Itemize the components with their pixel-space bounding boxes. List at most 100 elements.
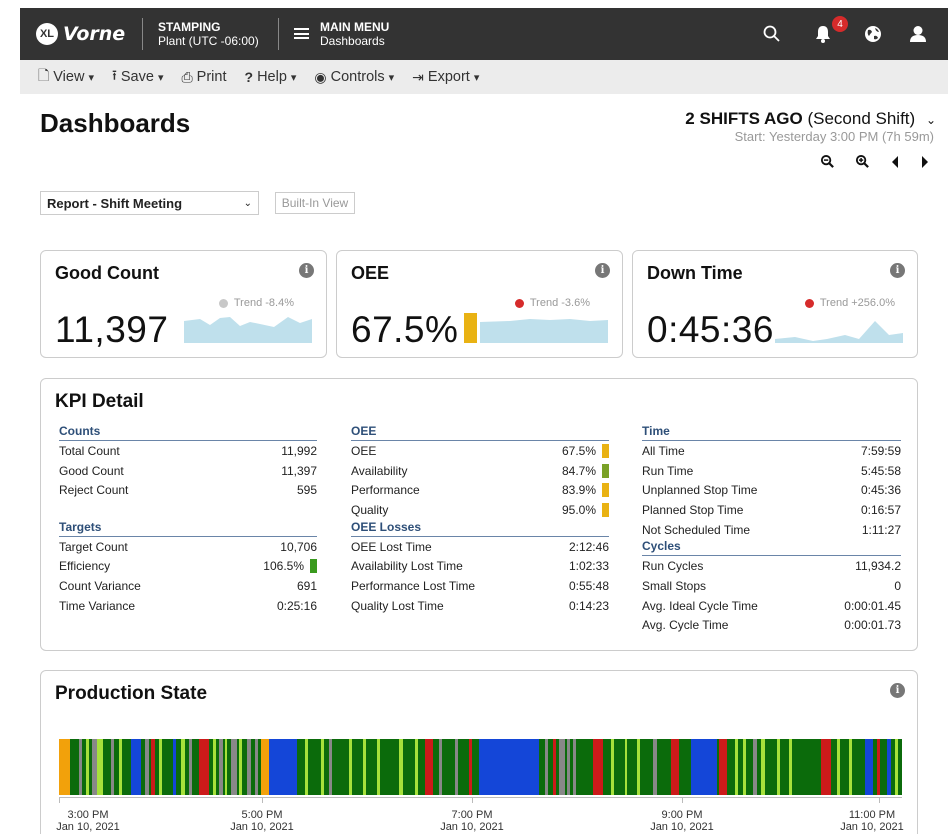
vorne-logo[interactable]: XL Vorne [36, 22, 125, 46]
user-icon[interactable] [908, 24, 928, 44]
state-segment-small-stop[interactable] [377, 739, 380, 795]
help-menu[interactable]: ? Help ▾ [245, 69, 297, 85]
kpi-value: 0:55:48 [568, 578, 609, 593]
state-segment-small-stop[interactable] [305, 739, 308, 795]
state-segment-stopped[interactable] [719, 739, 727, 795]
state-segment-small-stop[interactable] [181, 739, 185, 795]
state-segment-setup[interactable] [59, 739, 70, 795]
card-title: Good Count [55, 263, 159, 283]
state-segment-not-scheduled[interactable] [247, 739, 251, 795]
state-segment-not-scheduled[interactable] [231, 739, 237, 795]
state-segment-small-stop[interactable] [239, 739, 242, 795]
print-button[interactable]: ⎙ Print [181, 69, 226, 86]
kpi-value: 1:11:27 [861, 522, 901, 537]
kpi-column-oee: OEE OEE 67.5% Availability 84.7% Performan… [351, 424, 609, 616]
next-arrow-icon[interactable] [920, 154, 930, 169]
state-segment-stopped[interactable] [199, 739, 209, 795]
shift-selector[interactable]: 2 SHIFTS AGO (Second Shift) ⌄ [685, 109, 936, 129]
hamburger-menu-icon[interactable] [294, 28, 309, 39]
state-segment-down[interactable] [887, 739, 891, 795]
trend-dot [514, 298, 524, 308]
state-segment-stopped[interactable] [151, 739, 155, 795]
built-in-view-button[interactable]: Built-In View [275, 192, 355, 214]
state-segment-not-scheduled[interactable] [189, 739, 192, 795]
state-segment-not-scheduled[interactable] [753, 739, 757, 795]
state-segment-down[interactable] [865, 739, 873, 795]
controls-menu[interactable]: ◉ Controls ▾ [314, 69, 394, 86]
section-header: OEE [351, 424, 609, 441]
trend-text: Trend -3.6% [529, 297, 590, 309]
state-segment-small-stop[interactable] [743, 739, 746, 795]
save-menu[interactable]: ⭱ Save ▾ [112, 65, 164, 89]
state-segment-small-stop[interactable] [119, 739, 122, 795]
state-segment-small-stop[interactable] [321, 739, 324, 795]
state-segment-not-scheduled[interactable] [111, 739, 114, 795]
state-segment-small-stop[interactable] [837, 739, 840, 795]
state-segment-down[interactable] [131, 739, 141, 795]
state-segment-small-stop[interactable] [399, 739, 403, 795]
state-segment-small-stop[interactable] [895, 739, 898, 795]
state-segment-down[interactable] [691, 739, 717, 795]
state-segment-down[interactable] [479, 739, 539, 795]
state-segment-not-scheduled[interactable] [145, 739, 149, 795]
state-segment-not-scheduled[interactable] [219, 739, 223, 795]
state-segment-small-stop[interactable] [363, 739, 366, 795]
state-segment-small-stop[interactable] [637, 739, 640, 795]
search-icon[interactable] [762, 24, 782, 44]
state-segment-not-scheduled[interactable] [573, 739, 576, 795]
state-segment-stopped[interactable] [877, 739, 880, 795]
state-segment-small-stop[interactable] [611, 739, 614, 795]
previous-arrow-icon[interactable] [890, 154, 900, 169]
state-segment-small-stop[interactable] [86, 739, 89, 795]
state-segment-small-stop[interactable] [849, 739, 852, 795]
zoom-in-icon[interactable] [855, 154, 870, 169]
state-segment-stopped[interactable] [469, 739, 472, 795]
state-segment-not-scheduled[interactable] [545, 739, 548, 795]
info-icon[interactable]: i [299, 263, 314, 278]
state-segment-small-stop[interactable] [415, 739, 418, 795]
info-icon[interactable]: i [595, 263, 610, 278]
bell-icon[interactable] [813, 24, 833, 44]
state-segment-down[interactable] [173, 739, 176, 795]
state-segment-not-scheduled[interactable] [567, 739, 570, 795]
state-segment-small-stop[interactable] [349, 739, 352, 795]
state-segment-not-scheduled[interactable] [79, 739, 82, 795]
info-icon[interactable]: i [890, 263, 905, 278]
export-menu[interactable]: ⇥ Export ▾ [412, 69, 479, 86]
kpi-row: Good Count 11,397 [59, 461, 317, 481]
main-menu-button[interactable]: MAIN MENU Dashboards [320, 20, 389, 48]
state-segment-stopped[interactable] [425, 739, 433, 795]
state-segment-small-stop[interactable] [625, 739, 627, 795]
production-state-timeline[interactable] [59, 739, 902, 795]
state-segment-small-stop[interactable] [777, 739, 780, 795]
section-header: Targets [59, 520, 317, 537]
state-segment-small-stop[interactable] [225, 739, 227, 795]
state-segment-running[interactable] [70, 739, 74, 795]
state-segment-not-scheduled[interactable] [329, 739, 332, 795]
kpi-row: Total Count 11,992 [59, 441, 317, 461]
state-segment-small-stop[interactable] [159, 739, 162, 795]
state-segment-small-stop[interactable] [761, 739, 765, 795]
view-menu[interactable]: 🗋 View ▾ [38, 65, 94, 89]
info-icon[interactable]: i [890, 683, 905, 698]
globe-icon[interactable] [863, 24, 883, 44]
state-segment-small-stop[interactable] [735, 739, 738, 795]
state-segment-stopped[interactable] [671, 739, 679, 795]
location-selector[interactable]: STAMPING Plant (UTC -06:00) [158, 20, 259, 48]
state-segment-small-stop[interactable] [97, 739, 103, 795]
zoom-out-icon[interactable] [820, 154, 835, 169]
state-segment-stopped[interactable] [553, 739, 556, 795]
state-segment-not-scheduled[interactable] [455, 739, 458, 795]
state-segment-stopped[interactable] [593, 739, 603, 795]
state-segment-not-scheduled[interactable] [255, 739, 258, 795]
state-segment-stopped[interactable] [821, 739, 831, 795]
state-segment-setup[interactable] [261, 739, 269, 795]
state-segment-down[interactable] [269, 739, 297, 795]
view-select[interactable]: Report - Shift Meeting ⌄ [40, 191, 259, 215]
kpi-detail-title: KPI Detail [55, 391, 144, 412]
state-segment-small-stop[interactable] [213, 739, 216, 795]
state-segment-not-scheduled[interactable] [653, 739, 657, 795]
state-segment-not-scheduled[interactable] [439, 739, 442, 795]
state-segment-small-stop[interactable] [789, 739, 792, 795]
state-segment-not-scheduled[interactable] [559, 739, 565, 795]
